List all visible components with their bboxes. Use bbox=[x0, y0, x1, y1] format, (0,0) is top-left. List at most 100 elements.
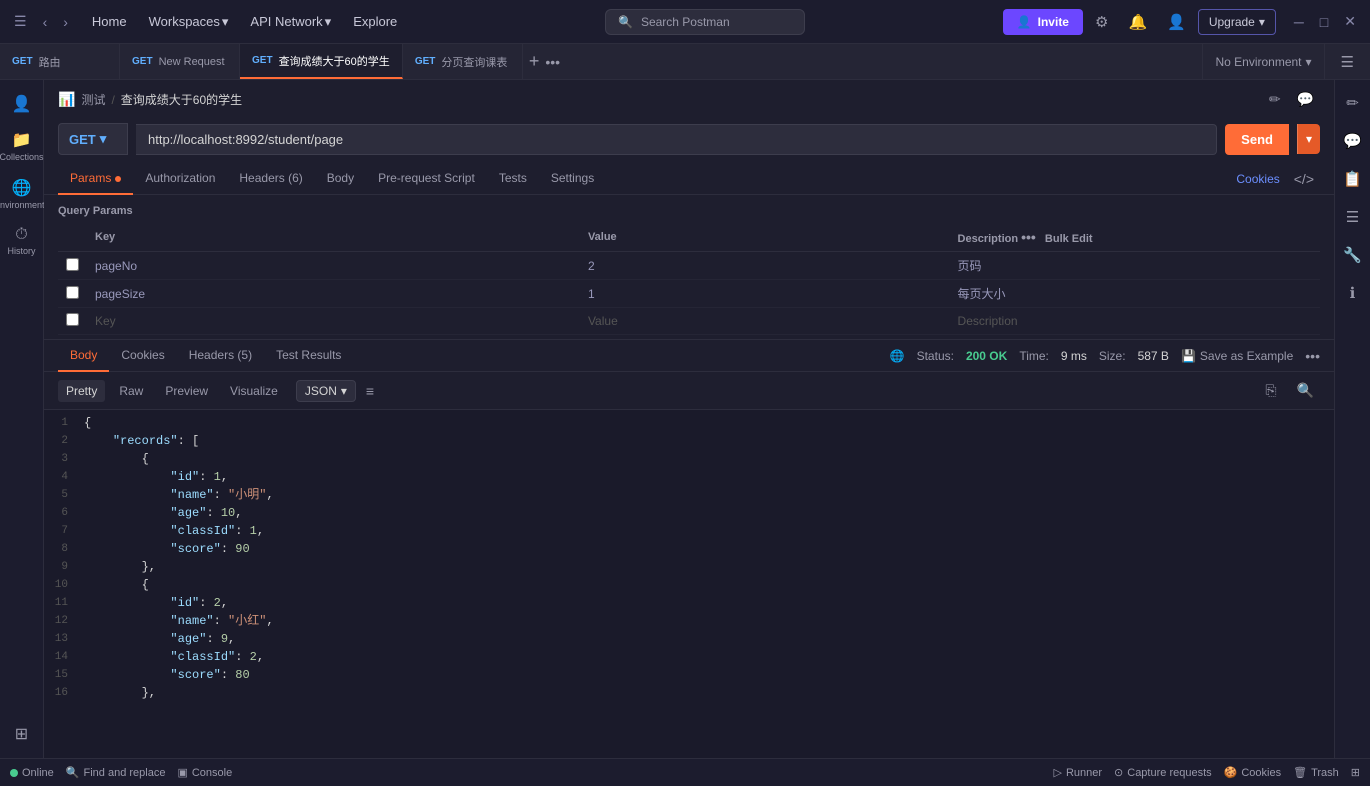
home-link[interactable]: Home bbox=[82, 8, 137, 35]
cookies-link[interactable]: Cookies bbox=[1236, 172, 1279, 186]
explore-link[interactable]: Explore bbox=[343, 8, 407, 35]
response-more-button[interactable]: ••• bbox=[1305, 348, 1320, 364]
notifications-icon[interactable]: 🔔 bbox=[1120, 9, 1155, 35]
sidebar-toggle-icon[interactable]: ☰ bbox=[1333, 49, 1362, 75]
sidebar-item-collections[interactable]: 📁 Collections bbox=[2, 124, 42, 168]
sidebar-item-history[interactable]: ⏱ History bbox=[2, 220, 42, 262]
right-panel-icon-6[interactable]: ℹ bbox=[1344, 278, 1362, 308]
url-input[interactable] bbox=[136, 124, 1217, 155]
resp-tab-test-results[interactable]: Test Results bbox=[264, 340, 353, 372]
resp-tab-cookies[interactable]: Cookies bbox=[109, 340, 176, 372]
tab-pre-request-script[interactable]: Pre-request Script bbox=[366, 163, 487, 195]
code-view-button[interactable]: </> bbox=[1288, 168, 1320, 190]
add-tab-button[interactable]: + bbox=[523, 44, 546, 79]
bulk-edit-button[interactable]: Bulk Edit bbox=[1045, 233, 1093, 245]
tab-query-students[interactable]: GET 查询成绩大于60的学生 bbox=[240, 44, 403, 79]
method-selector[interactable]: GET ▾ bbox=[58, 123, 128, 155]
settings-icon[interactable]: ⚙ bbox=[1087, 9, 1116, 35]
tab-params[interactable]: Params bbox=[58, 163, 133, 195]
visualize-button[interactable]: Visualize bbox=[222, 380, 286, 402]
resp-tab-headers[interactable]: Headers (5) bbox=[177, 340, 264, 372]
json-format-selector[interactable]: JSON ▾ bbox=[296, 380, 356, 402]
runner-icon: ▷ bbox=[1053, 766, 1061, 779]
row-checkbox[interactable] bbox=[66, 286, 79, 299]
tab-lu-you[interactable]: GET 路由 bbox=[0, 44, 120, 79]
right-panel-icon-1[interactable]: ✏ bbox=[1340, 88, 1365, 118]
globe-icon: 🌐 bbox=[890, 349, 905, 363]
comment-breadcrumb-button[interactable]: 💬 bbox=[1291, 88, 1320, 111]
search-icon: 🔍 bbox=[618, 15, 633, 29]
trash-button[interactable]: 🗑 Trash bbox=[1293, 766, 1339, 779]
environment-selector[interactable]: No Environment ▾ bbox=[1202, 44, 1323, 79]
search-response-button[interactable]: 🔍 bbox=[1291, 378, 1320, 403]
value-cell[interactable]: 1 bbox=[580, 280, 950, 308]
row-checkbox[interactable] bbox=[66, 258, 79, 271]
url-bar: GET ▾ Send ▾ bbox=[44, 115, 1334, 163]
resp-tab-body[interactable]: Body bbox=[58, 340, 109, 372]
preview-button[interactable]: Preview bbox=[157, 380, 216, 402]
tab-page-query[interactable]: GET 分页查询课表 bbox=[403, 44, 523, 79]
tab-label: 分页查询课表 bbox=[441, 54, 507, 70]
right-panel-icon-3[interactable]: 📋 bbox=[1337, 164, 1368, 194]
avatar-icon[interactable]: 👤 bbox=[1159, 9, 1194, 35]
api-network-dropdown[interactable]: API Network ▾ bbox=[240, 8, 341, 36]
description-cell-placeholder[interactable]: Description bbox=[950, 308, 1320, 335]
search-icon: 🔍 bbox=[66, 766, 80, 779]
tab-settings[interactable]: Settings bbox=[539, 163, 606, 195]
tab-new-request[interactable]: GET New Request bbox=[120, 44, 240, 79]
tab-tests[interactable]: Tests bbox=[487, 163, 539, 195]
console-button[interactable]: ▣ Console bbox=[177, 766, 232, 779]
api-network-chevron-icon: ▾ bbox=[325, 14, 332, 30]
right-panel-icon-4[interactable]: ☰ bbox=[1340, 202, 1365, 232]
close-button[interactable]: ✕ bbox=[1338, 11, 1362, 32]
online-status[interactable]: Online bbox=[10, 767, 54, 779]
tab-extra-icons: ☰ bbox=[1324, 44, 1370, 79]
row-checkbox[interactable] bbox=[66, 313, 79, 326]
raw-button[interactable]: Raw bbox=[111, 380, 151, 402]
value-cell-placeholder[interactable]: Value bbox=[580, 308, 950, 335]
sidebar-item-profile[interactable]: 👤 bbox=[2, 88, 42, 120]
minimize-button[interactable]: ─ bbox=[1288, 11, 1310, 32]
tab-body[interactable]: Body bbox=[315, 163, 366, 195]
capture-requests-button[interactable]: ⊙ Capture requests bbox=[1114, 766, 1212, 779]
send-button[interactable]: Send bbox=[1225, 124, 1289, 155]
tab-authorization[interactable]: Authorization bbox=[133, 163, 227, 195]
workspaces-dropdown[interactable]: Workspaces ▾ bbox=[139, 8, 239, 36]
search-bar[interactable]: 🔍 Search Postman bbox=[605, 9, 805, 35]
copy-response-button[interactable]: ⎘ bbox=[1259, 378, 1282, 403]
invite-button[interactable]: 👤 Invite bbox=[1003, 9, 1083, 35]
description-cell[interactable]: 页码 bbox=[950, 252, 1320, 280]
send-dropdown-button[interactable]: ▾ bbox=[1297, 124, 1320, 154]
key-cell[interactable]: pageNo bbox=[87, 252, 580, 280]
cookies-status-button[interactable]: 🍪 Cookies bbox=[1224, 766, 1281, 779]
right-panel-icon-5[interactable]: 🔧 bbox=[1337, 240, 1368, 270]
sidebar-item-environments[interactable]: 🌐 Environments bbox=[2, 172, 42, 216]
hamburger-menu-button[interactable]: ☰ bbox=[8, 9, 33, 34]
maximize-button[interactable]: □ bbox=[1314, 11, 1334, 32]
upgrade-button[interactable]: Upgrade ▾ bbox=[1198, 9, 1276, 35]
code-area[interactable]: 1 { 2 "records": [ 3 { 4 "id": 1, bbox=[44, 410, 1334, 758]
sidebar-item-grid[interactable]: ⊞ bbox=[2, 718, 42, 750]
tab-more-button[interactable]: ••• bbox=[545, 44, 560, 79]
column-more-button[interactable]: ••• bbox=[1021, 229, 1036, 245]
value-cell[interactable]: 2 bbox=[580, 252, 950, 280]
response-tab-bar: Body Cookies Headers (5) Test Results 🌐 … bbox=[44, 340, 1334, 372]
pretty-button[interactable]: Pretty bbox=[58, 380, 105, 402]
status-bar: Online 🔍 Find and replace ▣ Console ▷ Ru… bbox=[0, 758, 1370, 786]
layout-toggle-button[interactable]: ⊞ bbox=[1351, 766, 1360, 779]
key-cell-placeholder[interactable]: Key bbox=[87, 308, 580, 335]
back-button[interactable]: ‹ bbox=[37, 10, 54, 34]
description-cell[interactable]: 每页大小 bbox=[950, 280, 1320, 308]
runner-button[interactable]: ▷ Runner bbox=[1053, 766, 1102, 779]
save-as-example-button[interactable]: 💾 Save as Example bbox=[1181, 349, 1293, 363]
find-replace-button[interactable]: 🔍 Find and replace bbox=[66, 766, 166, 779]
wrap-lines-button[interactable]: ≡ bbox=[362, 379, 378, 403]
forward-button[interactable]: › bbox=[57, 10, 74, 34]
edit-breadcrumb-button[interactable]: ✏ bbox=[1263, 88, 1287, 111]
tab-headers[interactable]: Headers (6) bbox=[227, 163, 314, 195]
nav-action-icons: ⚙ 🔔 👤 bbox=[1087, 9, 1194, 35]
right-panel-icon-2[interactable]: 💬 bbox=[1337, 126, 1368, 156]
person-icon: 👤 bbox=[12, 94, 32, 114]
code-line-13: 13 "age": 9, bbox=[44, 630, 1334, 648]
key-cell[interactable]: pageSize bbox=[87, 280, 580, 308]
